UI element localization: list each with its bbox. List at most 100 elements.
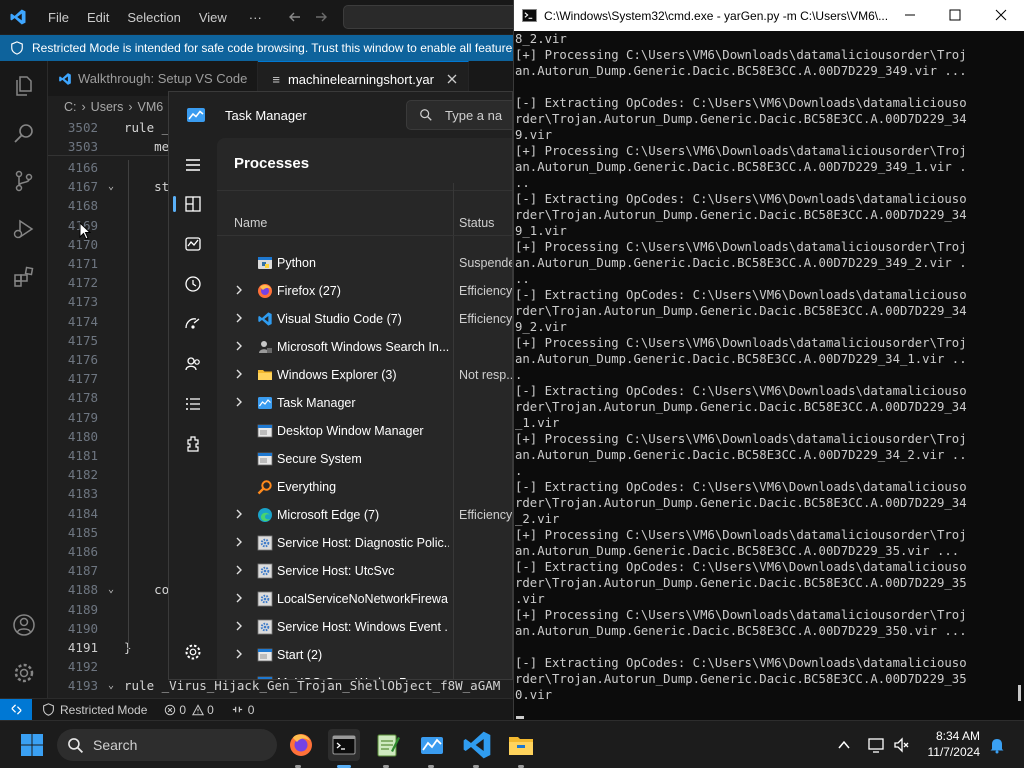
console-line: rder\Trojan.Autorun_Dump.Generic.Dacic.B… — [515, 112, 967, 126]
menu-file[interactable]: File — [39, 10, 78, 25]
notification-bell-icon[interactable] — [988, 736, 1006, 754]
banner-text[interactable]: Restricted Mode is intended for safe cod… — [32, 41, 512, 55]
source-control-icon[interactable] — [12, 169, 36, 193]
fold-chevron-icon[interactable]: ⌄ — [108, 181, 114, 192]
chevron-right-icon[interactable] — [234, 368, 244, 380]
process-row[interactable]: Microsoft Windows Search In... — [217, 333, 512, 361]
network-icon[interactable] — [867, 736, 885, 754]
chevron-right-icon[interactable] — [234, 592, 244, 604]
column-status[interactable]: Status — [459, 216, 494, 230]
fold-chevron-icon[interactable]: ⌄ — [108, 680, 114, 691]
maximize-icon[interactable] — [949, 9, 961, 21]
taskmanager-icon[interactable] — [416, 729, 448, 761]
volume-muted-icon[interactable] — [893, 736, 911, 754]
breadcrumb-item[interactable]: C: — [64, 100, 77, 114]
chevron-right-icon[interactable] — [234, 340, 244, 352]
column-header: Name Status — [217, 183, 512, 679]
process-row[interactable]: Microsoft Edge (7) Efficiency... — [217, 501, 512, 529]
column-name[interactable]: Name — [234, 216, 267, 230]
settings-gear-icon[interactable] — [183, 642, 203, 662]
close-icon[interactable] — [995, 9, 1007, 21]
process-row[interactable]: LocalServiceNoNetworkFirewa... — [217, 585, 512, 613]
scrollbar[interactable] — [1015, 31, 1024, 720]
menu-view[interactable]: View — [190, 10, 236, 25]
clock[interactable]: 8:34 AM 11/7/2024 — [920, 728, 981, 760]
chevron-right-icon[interactable] — [234, 312, 244, 324]
notepad-icon[interactable] — [371, 729, 403, 761]
app-history-icon[interactable] — [183, 274, 203, 294]
windows-start-icon[interactable] — [16, 729, 48, 761]
cmd-icon[interactable] — [328, 729, 360, 761]
chevron-right-icon[interactable] — [234, 508, 244, 520]
explorer-icon[interactable] — [12, 74, 36, 98]
details-icon[interactable] — [183, 394, 203, 414]
process-row[interactable]: Task Manager — [217, 389, 512, 417]
menu-more[interactable]: ··· — [240, 10, 271, 25]
restricted-mode-banner: Restricted Mode is intended for safe cod… — [0, 35, 513, 61]
close-icon[interactable] — [446, 73, 458, 85]
performance-icon[interactable] — [183, 234, 203, 254]
window-icon — [257, 675, 273, 679]
process-row[interactable]: Service Host: Diagnostic Polic... — [217, 529, 512, 557]
process-row[interactable]: Service Host: UtcSvc — [217, 557, 512, 585]
gear-service-icon — [257, 535, 273, 551]
ports-count[interactable]: 0 — [248, 703, 255, 717]
warning-count[interactable]: 0 — [207, 703, 214, 717]
command-center-search[interactable] — [343, 5, 513, 29]
processes-icon[interactable] — [183, 194, 203, 214]
console-line: [-] Extracting OpCodes: C:\Users\VM6\Dow… — [515, 192, 967, 206]
chevron-right-icon: › — [128, 100, 133, 114]
firefox-icon[interactable] — [285, 729, 317, 761]
vscode-icon[interactable] — [461, 729, 493, 761]
breadcrumb-item[interactable]: Users — [91, 100, 124, 114]
search-icon[interactable] — [12, 121, 36, 145]
fold-chevron-icon[interactable]: ⌄ — [108, 584, 114, 595]
process-row[interactable]: Desktop Window Manager — [217, 417, 512, 445]
breadcrumb-item[interactable]: VM6 — [138, 100, 164, 114]
manage-gear-icon[interactable] — [12, 661, 36, 685]
process-row[interactable]: Python Suspended — [217, 249, 512, 277]
line-number: 4167 — [67, 179, 98, 195]
chevron-right-icon[interactable] — [234, 564, 244, 576]
account-icon[interactable] — [12, 613, 36, 637]
process-row[interactable]: Secure System — [217, 445, 512, 473]
process-row[interactable]: Windows Explorer (3) Not resp... — [217, 361, 512, 389]
chevron-right-icon[interactable] — [234, 396, 244, 408]
extensions-icon[interactable] — [12, 265, 36, 289]
menu-edit[interactable]: Edit — [78, 10, 118, 25]
minimize-icon[interactable] — [904, 9, 916, 21]
chevron-right-icon[interactable] — [234, 284, 244, 296]
process-row[interactable]: Visual Studio Code (7) Efficiency... — [217, 305, 512, 333]
file-explorer-icon[interactable] — [505, 729, 537, 761]
hamburger-menu-icon[interactable] — [183, 155, 203, 175]
chevron-right-icon[interactable] — [234, 620, 244, 632]
console-line: [+] Processing C:\Users\VM6\Downloads\da… — [515, 336, 967, 350]
chevron-up-icon[interactable] — [837, 738, 851, 752]
remote-indicator[interactable] — [0, 699, 32, 720]
search-input[interactable]: Type a na — [406, 100, 512, 130]
startup-apps-icon[interactable] — [183, 314, 203, 334]
line-number: 3503 — [67, 139, 98, 154]
restricted-mode-status[interactable]: Restricted Mode — [60, 703, 147, 717]
task-manager-nav — [169, 138, 217, 679]
process-row[interactable]: Service Host: Windows Event ... — [217, 613, 512, 641]
line-number: 4182 — [67, 467, 98, 483]
run-debug-icon[interactable] — [12, 217, 36, 241]
process-row[interactable]: Start (2) — [217, 641, 512, 669]
chevron-right-icon[interactable] — [234, 648, 244, 660]
process-row[interactable]: Firefox (27) Efficiency... — [217, 277, 512, 305]
forward-arrow-icon[interactable] — [313, 9, 329, 25]
error-count[interactable]: 0 — [179, 703, 186, 717]
back-arrow-icon[interactable] — [287, 9, 303, 25]
taskbar-search-box[interactable]: Search — [57, 729, 277, 761]
line-number: 4175 — [67, 332, 98, 348]
services-icon[interactable] — [183, 434, 203, 454]
users-icon[interactable] — [183, 354, 203, 374]
console-output[interactable]: 8_2.vir [+] Processing C:\Users\VM6\Downl… — [515, 31, 1015, 720]
menu-selection[interactable]: Selection — [118, 10, 189, 25]
scrollbar-thumb[interactable] — [1018, 685, 1021, 701]
process-row[interactable]: MoUSO Core Worker Process — [217, 669, 512, 679]
search-label: Search — [93, 737, 138, 753]
chevron-right-icon[interactable] — [234, 536, 244, 548]
process-row[interactable]: Everything — [217, 473, 512, 501]
